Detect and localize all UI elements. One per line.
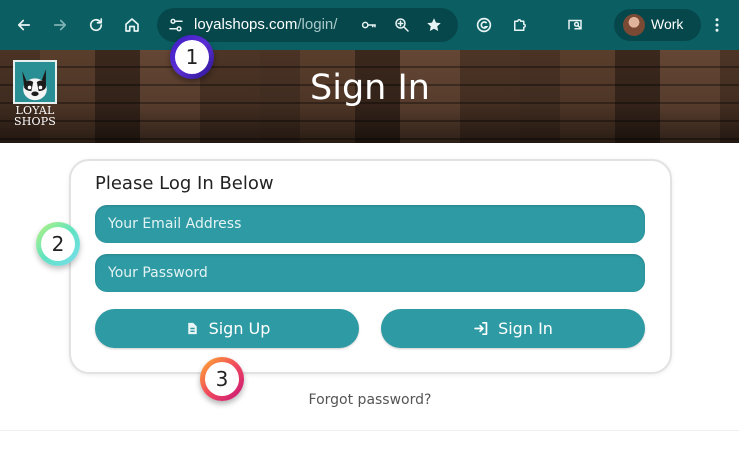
dog-logo-icon [13, 60, 57, 104]
profile-button[interactable]: Work [614, 9, 701, 41]
home-icon[interactable] [117, 10, 147, 40]
star-icon[interactable] [425, 16, 443, 34]
annotation-badge-2: 2 [36, 222, 80, 266]
reload-icon[interactable] [81, 10, 111, 40]
avatar [623, 14, 645, 36]
url-host: loyalshops.com [194, 16, 298, 33]
key-icon[interactable] [360, 16, 378, 34]
sign-in-label: Sign In [498, 319, 553, 338]
kebab-menu-icon[interactable] [702, 10, 732, 40]
browser-toolbar: loyalshops.com/login/ Work [0, 0, 739, 50]
sign-in-icon [474, 321, 488, 336]
password-field[interactable] [95, 254, 645, 292]
url-path: /login/ [297, 16, 338, 33]
badge-1-number: 1 [175, 40, 209, 74]
cast-search-icon[interactable] [560, 10, 590, 40]
sign-up-label: Sign Up [208, 319, 271, 338]
annotation-badge-1: 1 [170, 35, 214, 79]
password-input[interactable] [95, 254, 645, 292]
email-input[interactable] [95, 205, 645, 243]
puzzle-icon[interactable] [505, 10, 535, 40]
logo-text: LOYAL SHOPS [11, 105, 59, 127]
page: loyalshops.com/login/ Work LOYAL SHOPS S… [0, 0, 739, 456]
back-arrow-icon[interactable] [9, 10, 39, 40]
divider [0, 430, 739, 431]
forward-arrow-icon[interactable] [45, 10, 75, 40]
logo-line-2: SHOPS [13, 115, 57, 128]
zoom-icon[interactable] [393, 16, 411, 34]
badge-2-number: 2 [41, 227, 75, 261]
annotation-badge-3: 3 [200, 357, 244, 401]
sign-in-button[interactable]: Sign In [381, 309, 645, 348]
sign-up-button[interactable]: Sign Up [95, 309, 359, 348]
sign-up-icon [187, 322, 197, 335]
grammarly-icon[interactable] [469, 10, 499, 40]
site-logo[interactable]: LOYAL SHOPS [11, 60, 59, 130]
tune-icon[interactable] [167, 16, 185, 34]
email-field[interactable] [95, 205, 645, 243]
profile-label: Work [651, 16, 684, 32]
forgot-password-link[interactable]: Forgot password? [270, 392, 470, 408]
page-title: Sign In [310, 68, 430, 108]
url-text[interactable]: loyalshops.com/login/ [194, 16, 337, 33]
login-heading: Please Log In Below [95, 173, 274, 194]
badge-3-number: 3 [205, 362, 239, 396]
